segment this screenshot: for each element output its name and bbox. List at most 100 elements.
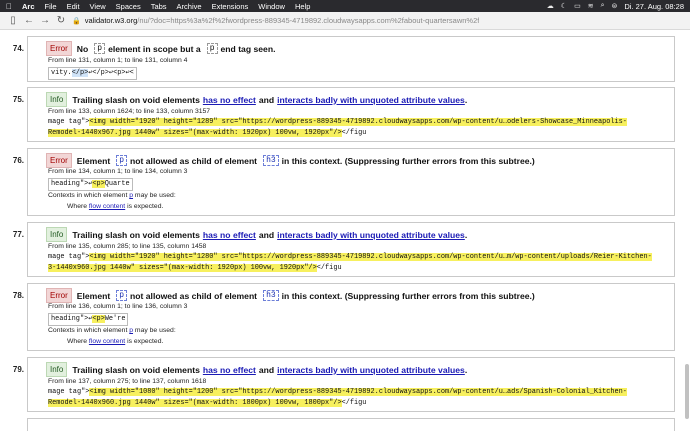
sidebar-toggle-icon[interactable]: ▯ — [8, 15, 18, 26]
code-element: h3 — [263, 155, 279, 166]
message-text: . — [464, 364, 468, 375]
battery-icon[interactable]: ▭ — [574, 2, 581, 10]
control-center-icon[interactable]: ⊜ — [611, 2, 617, 10]
menu-extensions[interactable]: Extensions — [212, 2, 249, 11]
context-label: is expected. — [127, 203, 164, 210]
context-label: may be used: — [134, 192, 176, 199]
context-label: may be used: — [134, 327, 176, 334]
forward-icon[interactable]: → — [40, 15, 50, 26]
extract-text: mage tag"> — [48, 118, 90, 126]
lock-icon: 🔒 — [72, 17, 81, 25]
source-extract: Remodel-1440x960.jpg 1440w" sizes="(max-… — [48, 398, 366, 409]
message-text: element in scope but a — [108, 43, 201, 54]
menu-edit[interactable]: Edit — [67, 2, 80, 11]
message-text: and — [258, 94, 275, 105]
source-extract: mage tag"><img width="1920" height="1280… — [48, 252, 652, 263]
code-element: p — [116, 290, 128, 301]
menu-file[interactable]: File — [45, 2, 57, 11]
menu-window[interactable]: Window — [258, 2, 285, 11]
has-no-effect-link[interactable]: has no effect — [203, 95, 256, 105]
message-text: end tag seen. — [220, 43, 276, 54]
source-extract: 3-1440x960.jpg 1440w" sizes="(max-width:… — [48, 263, 342, 274]
info-badge: Info — [46, 227, 68, 242]
interacts-badly-link[interactable]: interacts badly with unquoted attribute … — [277, 230, 465, 240]
menu-help[interactable]: Help — [295, 2, 310, 11]
scrollbar[interactable] — [685, 34, 689, 427]
message-number: 78. — [12, 291, 24, 300]
menu-archive[interactable]: Archive — [177, 2, 202, 11]
context-label: Where — [67, 338, 88, 345]
source-extract: heading">↩<p>Quarte — [48, 178, 133, 191]
menu-view[interactable]: View — [90, 2, 106, 11]
extract-text: heading">↩ — [51, 315, 93, 323]
message-text: and — [258, 364, 275, 375]
message-text: not allowed as child of element — [130, 155, 258, 166]
apple-icon[interactable]:  — [6, 2, 16, 11]
message-heading: Info Trailing slash on void elements has… — [46, 227, 467, 242]
context-label: Where — [67, 203, 88, 210]
has-no-effect-link[interactable]: has no effect — [203, 230, 256, 240]
message-item: 77. Info Trailing slash on void elements… — [13, 222, 675, 277]
flow-content-link[interactable]: flow content — [89, 338, 125, 345]
interacts-badly-link[interactable]: interacts badly with unquoted attribute … — [277, 365, 465, 375]
extract-text: </figu — [341, 399, 367, 407]
location-text: From line 135, column 285; to line 135, … — [48, 243, 207, 250]
extract-text: </figu — [341, 129, 367, 137]
scrollbar-thumb[interactable] — [685, 364, 689, 419]
context-text: Where flow content is expected. — [67, 338, 163, 345]
message-text: not allowed as child of element — [130, 290, 258, 301]
element-p-link[interactable]: p — [129, 327, 133, 334]
code-element: h3 — [263, 290, 279, 301]
reload-icon[interactable]: ↻ — [56, 15, 66, 26]
message-text: . — [464, 229, 468, 240]
extract-highlight: Remodel-1440x960.jpg 1440w" sizes="(max-… — [48, 399, 342, 407]
message-text: Trailing slash on void elements — [72, 229, 200, 240]
menu-tabs[interactable]: Tabs — [151, 2, 167, 11]
menubar-datetime[interactable]: Di. 27. Aug. 08:28 — [624, 2, 684, 11]
url-path: /nu/?doc=https%3a%2f%2fwordpress-889345-… — [137, 16, 480, 25]
browser-window: ▯ ← → ↻ 🔒 validator.w3.org/nu/?doc=https… — [0, 12, 690, 431]
url-text[interactable]: validator.w3.org/nu/?doc=https%3a%2f%2fw… — [85, 16, 480, 25]
code-element: p — [206, 43, 218, 54]
extract-text: mage tag"> — [48, 388, 90, 396]
message-heading: Info Trailing slash on void elements has… — [46, 362, 467, 377]
menu-app[interactable]: Arc — [22, 2, 35, 11]
source-extract: vity.</p>↩</p>↩<p>↩< — [48, 67, 137, 80]
interacts-badly-link[interactable]: interacts badly with unquoted attribute … — [277, 95, 465, 105]
error-badge: Error — [46, 153, 72, 168]
back-icon[interactable]: ← — [24, 15, 34, 26]
cloud-icon[interactable]: ☁ — [547, 2, 554, 10]
address-bar[interactable]: ▯ ← → ↻ 🔒 validator.w3.org/nu/?doc=https… — [0, 12, 690, 30]
menu-spaces[interactable]: Spaces — [116, 2, 141, 11]
flow-content-link[interactable]: flow content — [89, 203, 125, 210]
message-item-partial — [27, 418, 675, 431]
context-text: Contexts in which element p may be used: — [48, 192, 176, 199]
context-label: is expected. — [127, 338, 164, 345]
has-no-effect-link[interactable]: has no effect — [203, 365, 256, 375]
extract-text: Quarte — [104, 180, 130, 188]
wifi-icon[interactable]: ≋ — [588, 2, 594, 10]
validator-results: 74. Error No p element in scope but a p … — [0, 30, 690, 431]
message-text: Element — [76, 290, 111, 301]
message-item: 74. Error No p element in scope but a p … — [13, 36, 675, 82]
context-label: Contexts in which element — [48, 192, 128, 199]
extract-text: </figu — [316, 264, 342, 272]
extract-text: vity. — [51, 69, 72, 77]
location-text: From line 137, column 275; to line 137, … — [48, 378, 207, 385]
location-text: From line 134, column 1; to line 134, co… — [48, 168, 188, 175]
element-p-link[interactable]: p — [129, 192, 133, 199]
source-extract: heading">↩<p>We're — [48, 313, 129, 326]
extract-highlight: <img width="1080" height="1200" src="htt… — [89, 388, 627, 396]
search-icon[interactable]: ⌕ — [601, 2, 605, 10]
moon-icon[interactable]: ☾ — [561, 2, 567, 10]
message-number: 76. — [12, 156, 24, 165]
location-text: From line 133, column 1624; to line 133,… — [48, 108, 211, 115]
info-badge: Info — [46, 362, 68, 377]
source-extract: mage tag"><img width="1080" height="1200… — [48, 387, 627, 398]
code-element: p — [94, 43, 106, 54]
extract-highlight: <p> — [92, 315, 105, 323]
message-text: . — [464, 94, 468, 105]
source-extract: Remodel-1440x967.jpg 1440w" sizes="(max-… — [48, 128, 366, 139]
error-badge: Error — [46, 41, 72, 56]
message-heading: Info Trailing slash on void elements has… — [46, 92, 467, 107]
